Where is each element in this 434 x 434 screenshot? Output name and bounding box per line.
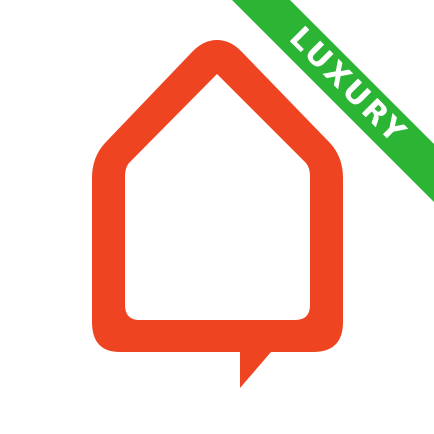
ribbon-band [232, 0, 434, 202]
luxury-ribbon: LUXURY [232, 0, 434, 202]
ribbon-label: LUXURY [282, 20, 414, 152]
app-icon: LUXURY [0, 0, 434, 434]
